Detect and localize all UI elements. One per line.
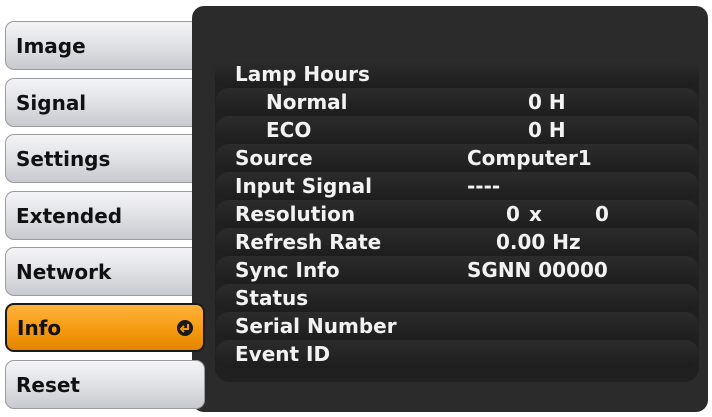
menu-tab-label: Settings [16, 146, 111, 171]
menu-tab-label: Info [17, 315, 62, 340]
resolution-width: 0 [506, 202, 520, 226]
menu-tab-image[interactable]: Image [5, 21, 205, 70]
menu-tab-settings[interactable]: Settings [5, 134, 205, 183]
info-panel: Lamp Hours Normal 0 H ECO 0 H Source Com… [192, 6, 708, 412]
info-row-lamp-hours: Lamp Hours [215, 60, 699, 88]
menu-tab-label: Signal [16, 90, 87, 115]
menu-tab-signal[interactable]: Signal [5, 78, 205, 127]
enter-icon [177, 319, 193, 336]
source-value: Computer1 [467, 146, 592, 170]
normal-value: 0 H [528, 90, 566, 114]
info-panel-inner: Lamp Hours Normal 0 H ECO 0 H Source Com… [215, 60, 699, 382]
serial-number-label: Serial Number [235, 314, 397, 338]
menu-tab-network[interactable]: Network [5, 247, 205, 296]
info-row-status: Status [215, 284, 699, 312]
event-id-label: Event ID [235, 342, 331, 366]
refresh-rate-value: 0.00 Hz [496, 230, 581, 254]
resolution-height: 0 [595, 202, 609, 226]
source-label: Source [235, 146, 313, 170]
sync-info-label: Sync Info [235, 258, 340, 282]
menu-tab-label: Reset [16, 372, 80, 397]
info-row-sync-info: Sync Info SGNN 00000 [215, 256, 699, 284]
info-row-input-signal: Input Signal ---- [215, 172, 699, 200]
menu-tab-label: Network [16, 259, 112, 284]
info-row-resolution: Resolution 0 x 0 [215, 200, 699, 228]
info-row-serial-number: Serial Number [215, 312, 699, 340]
normal-label: Normal [266, 90, 348, 114]
info-row-normal: Normal 0 H [215, 88, 699, 116]
eco-value: 0 H [528, 118, 566, 142]
menu-tab-info[interactable]: Info [5, 303, 205, 352]
info-row-refresh-rate: Refresh Rate 0.00 Hz [215, 228, 699, 256]
info-row-event-id: Event ID [215, 340, 699, 368]
menu-tab-extended[interactable]: Extended [5, 191, 205, 240]
sync-info-value: SGNN 00000 [467, 258, 608, 282]
menu-tab-reset[interactable]: Reset [5, 360, 205, 409]
input-signal-value: ---- [467, 174, 501, 198]
resolution-label: Resolution [235, 202, 356, 226]
status-label: Status [235, 286, 309, 310]
eco-label: ECO [266, 118, 312, 142]
menu-tab-label: Extended [16, 203, 123, 228]
input-signal-label: Input Signal [235, 174, 372, 198]
refresh-rate-label: Refresh Rate [235, 230, 382, 254]
info-row-source: Source Computer1 [215, 144, 699, 172]
lamp-hours-label: Lamp Hours [235, 62, 370, 86]
info-row-eco: ECO 0 H [215, 116, 699, 144]
menu-tab-label: Image [16, 33, 86, 58]
resolution-x: x [529, 202, 542, 226]
